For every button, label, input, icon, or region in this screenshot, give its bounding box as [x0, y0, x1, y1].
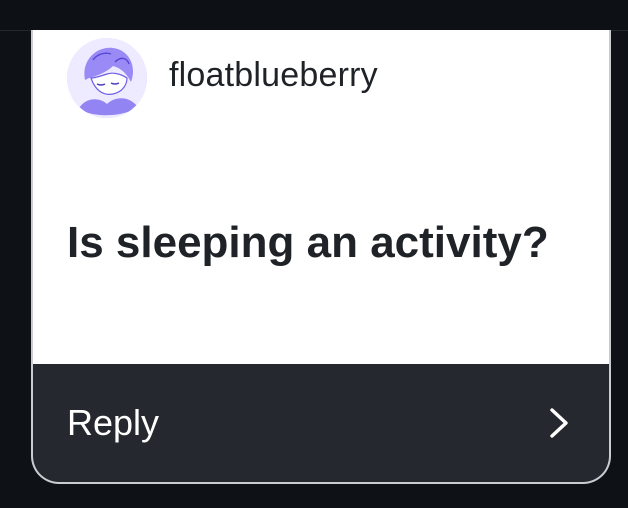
chevron-right-icon — [550, 408, 568, 438]
question-card-body: floatblueberry Is sleeping an activity? — [33, 30, 609, 364]
username[interactable]: floatblueberry — [169, 56, 378, 95]
question-text: Is sleeping an activity? — [67, 218, 549, 267]
reply-label: Reply — [67, 402, 160, 443]
avatar[interactable] — [67, 38, 147, 118]
reply-button[interactable]: Reply — [33, 364, 609, 482]
top-bar — [0, 0, 628, 31]
anime-avatar-icon — [67, 38, 147, 118]
question-sticker-card: floatblueberry Is sleeping an activity? … — [31, 30, 611, 484]
